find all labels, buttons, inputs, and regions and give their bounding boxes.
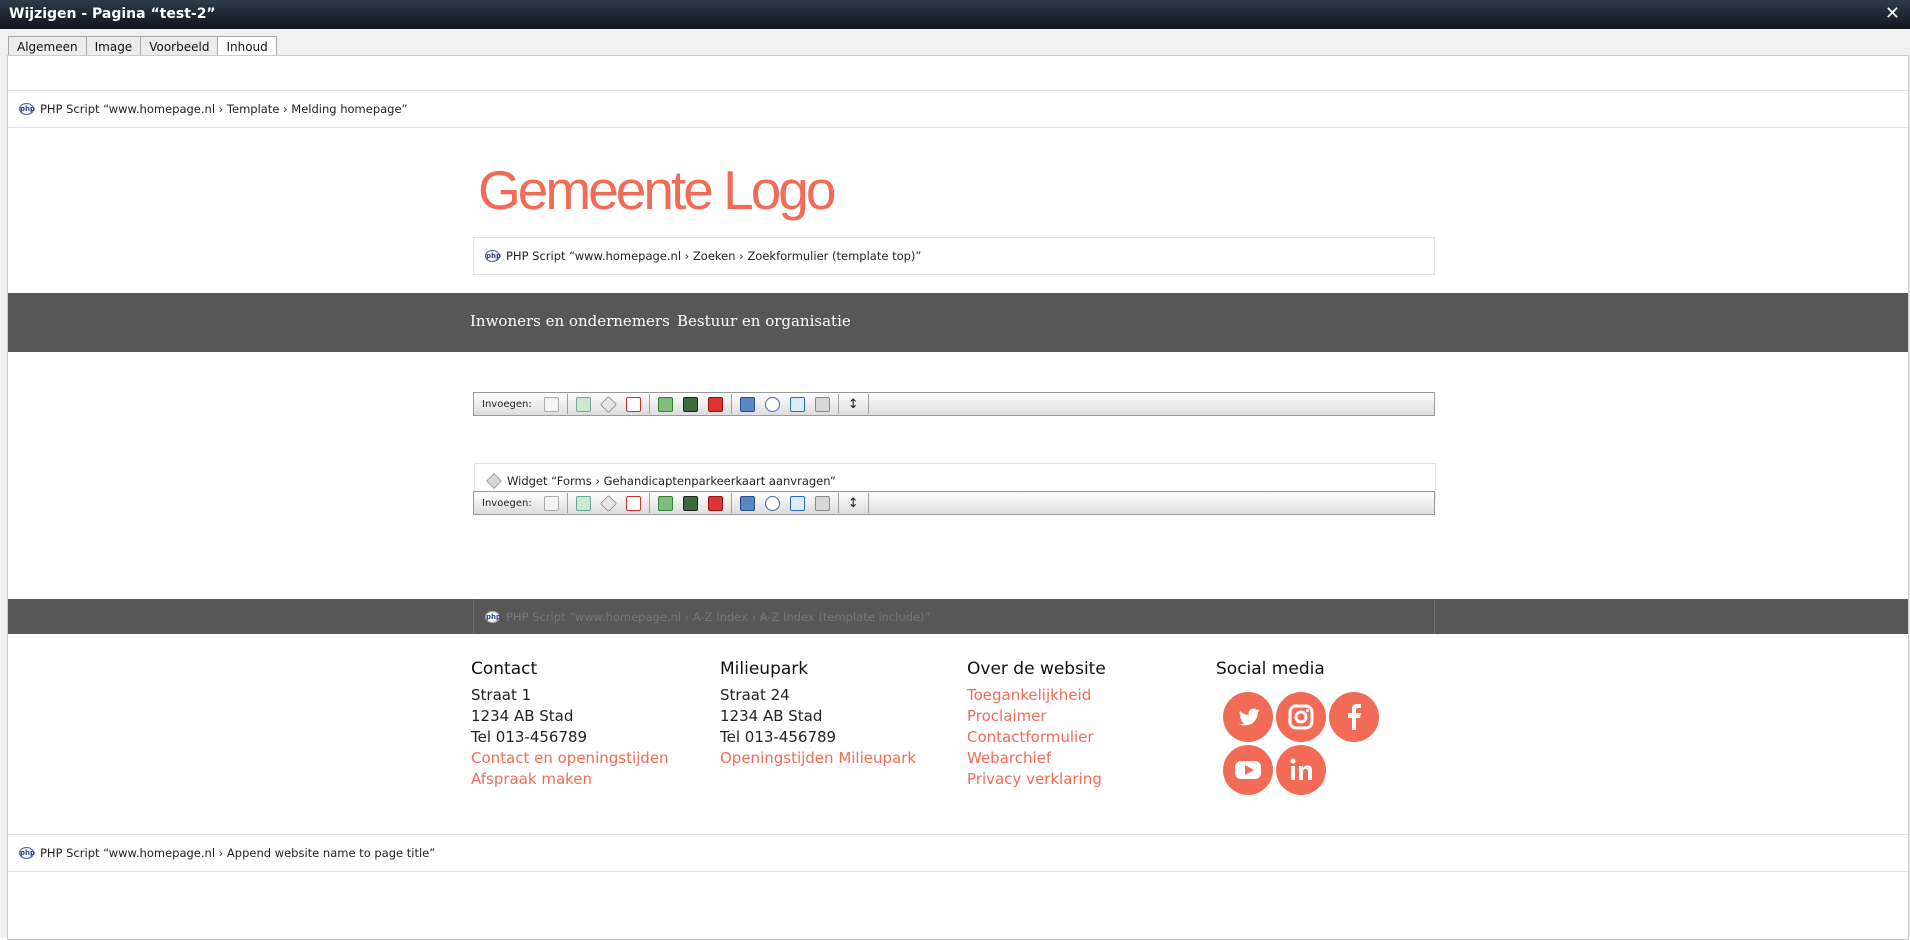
tag-icon[interactable] <box>599 395 617 413</box>
toolbar-separator <box>867 493 869 513</box>
php-icon: php <box>19 103 36 115</box>
link-toegankelijkheid[interactable]: Toegankelijkheid <box>967 685 1106 706</box>
link-openingstijden-milieupark[interactable]: Openingstijden Milieupark <box>720 748 916 769</box>
toolbar-separator <box>837 493 839 513</box>
image-icon[interactable] <box>657 495 673 511</box>
php-script-az-index[interactable]: php PHP Script “www.homepage.nl › A-Z In… <box>473 599 1435 634</box>
php-icon: php <box>485 250 502 262</box>
php-icon[interactable] <box>764 396 780 412</box>
dialog-frame: Algemeen Image Voorbeeld Inhoud php PHP … <box>0 29 1910 940</box>
address-line: Straat 1 <box>471 686 532 704</box>
toolbar-separator <box>730 394 732 414</box>
address-line: Straat 24 <box>720 686 790 704</box>
widget-icon <box>486 473 502 489</box>
footer-band: php PHP Script “www.homepage.nl › A-Z In… <box>8 599 1908 634</box>
php-script-label: PHP Script “www.homepage.nl › A-Z Index … <box>506 609 931 624</box>
php-icon[interactable] <box>764 495 780 511</box>
toolbar-separator <box>867 394 869 414</box>
insert-label: Invoegen: <box>482 497 532 509</box>
phone-line: Tel 013-456789 <box>720 728 837 746</box>
instagram-icon[interactable] <box>1276 692 1326 742</box>
facebook-icon[interactable] <box>1329 692 1379 742</box>
footer-heading-social: Social media <box>1216 659 1325 679</box>
window-titlebar: Wijzigen - Pagina “test-2” ✕ <box>0 0 1910 29</box>
php-script-label: PHP Script “www.homepage.nl › Zoeken › Z… <box>506 249 922 263</box>
link-webarchief[interactable]: Webarchief <box>967 748 1106 769</box>
address-line: 1234 AB Stad <box>720 707 823 725</box>
php-script-label: PHP Script “www.homepage.nl › Append web… <box>40 846 436 860</box>
page-icon[interactable] <box>575 396 591 412</box>
html-icon[interactable] <box>739 495 755 511</box>
link-afspraak-maken[interactable]: Afspraak maken <box>471 769 669 790</box>
php-script-append-website-name[interactable]: php PHP Script “www.homepage.nl › Append… <box>8 834 1908 872</box>
footer-over-de-website: Over de website Toegankelijkheid Proclai… <box>967 659 1106 790</box>
php-script-melding-homepage[interactable]: php PHP Script “www.homepage.nl › Templa… <box>8 90 1908 128</box>
resize-arrows-icon[interactable]: ↕ <box>848 496 859 511</box>
main-navigation: Inwoners en ondernemers Bestuur en organ… <box>8 293 1908 352</box>
insert-label: Invoegen: <box>482 398 532 410</box>
image-icon[interactable] <box>657 396 673 412</box>
nav-item-inwoners[interactable]: Inwoners en ondernemers <box>470 312 670 330</box>
code-icon[interactable] <box>789 495 805 511</box>
insert-toolbar-bottom: Invoegen: ↕ <box>473 491 1435 515</box>
link-privacy-verklaring[interactable]: Privacy verklaring <box>967 769 1106 790</box>
youtube-icon[interactable] <box>1223 745 1273 795</box>
widget-label: Widget “Forms › Gehandicaptenparkeerkaar… <box>507 474 836 488</box>
link-contact-openingstijden[interactable]: Contact en openingstijden <box>471 748 669 769</box>
close-icon[interactable]: ✕ <box>1885 3 1900 24</box>
link-proclaimer[interactable]: Proclaimer <box>967 706 1106 727</box>
tag-icon[interactable] <box>599 494 617 512</box>
toolbar-separator <box>566 394 568 414</box>
footer-heading-website: Over de website <box>967 659 1106 679</box>
footer-heading-contact: Contact <box>471 659 538 679</box>
toolbar-separator <box>566 493 568 513</box>
html-icon[interactable] <box>739 396 755 412</box>
php-script-label: PHP Script “www.homepage.nl › Template ›… <box>40 102 408 116</box>
php-script-zoekformulier[interactable]: php PHP Script “www.homepage.nl › Zoeken… <box>473 237 1435 275</box>
insert-toolbar-top: Invoegen: ↕ <box>473 392 1435 416</box>
link-contactformulier[interactable]: Contactformulier <box>967 727 1106 748</box>
tab-bar: Algemeen Image Voorbeeld Inhoud <box>8 36 277 58</box>
toolbar-separator <box>837 394 839 414</box>
video-icon[interactable] <box>682 495 698 511</box>
address-line: 1234 AB Stad <box>471 707 574 725</box>
window-title: Wijzigen - Pagina “test-2” <box>9 6 216 22</box>
widget-icon[interactable] <box>814 396 830 412</box>
page-icon[interactable] <box>575 495 591 511</box>
linkedin-icon[interactable] <box>1276 745 1326 795</box>
content-panel: php PHP Script “www.homepage.nl › Templa… <box>7 55 1909 940</box>
text-icon[interactable] <box>543 396 559 412</box>
code-icon[interactable] <box>789 396 805 412</box>
php-icon: php <box>19 847 36 859</box>
gemeente-logo: Gemeente Logo <box>478 159 836 221</box>
php-icon: php <box>485 610 502 623</box>
toolbar-separator <box>648 493 650 513</box>
toolbar-separator <box>648 394 650 414</box>
footer-milieupark: Milieupark Straat 24 1234 AB Stad Tel 01… <box>720 659 916 769</box>
calendar-icon[interactable] <box>625 396 641 412</box>
calendar-icon[interactable] <box>625 495 641 511</box>
video-icon[interactable] <box>682 396 698 412</box>
nav-item-bestuur[interactable]: Bestuur en organisatie <box>677 312 851 330</box>
phone-line: Tel 013-456789 <box>471 728 588 746</box>
footer-heading-milieupark: Milieupark <box>720 659 809 679</box>
resize-arrows-icon[interactable]: ↕ <box>848 397 859 412</box>
footer-social-media: Social media <box>1216 659 1325 685</box>
toolbar-separator <box>730 493 732 513</box>
flash-icon[interactable] <box>707 396 723 412</box>
text-icon[interactable] <box>543 495 559 511</box>
widget-icon[interactable] <box>814 495 830 511</box>
twitter-icon[interactable] <box>1223 692 1273 742</box>
footer-contact: Contact Straat 1 1234 AB Stad Tel 013-45… <box>471 659 669 790</box>
flash-icon[interactable] <box>707 495 723 511</box>
